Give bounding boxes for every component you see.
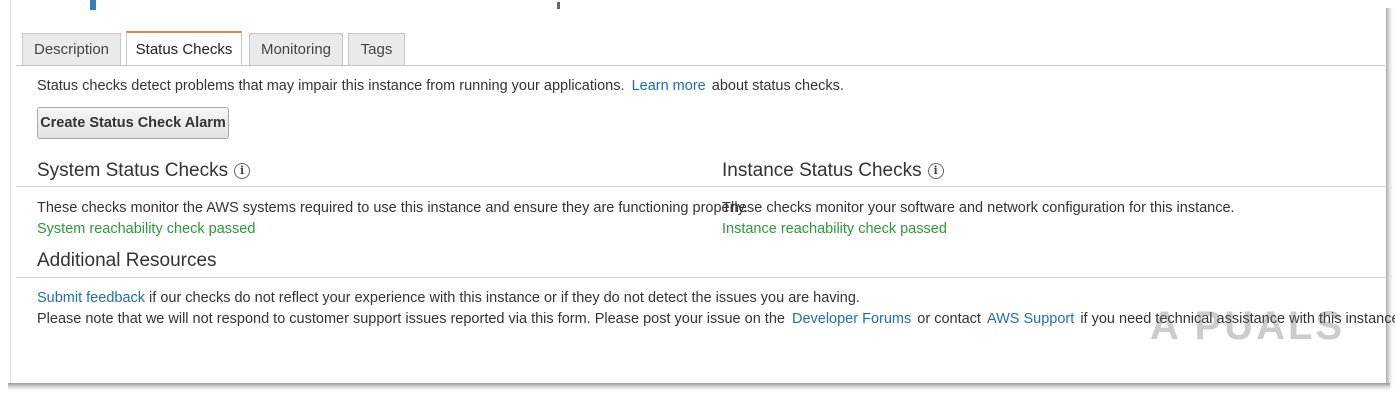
instance-reachability-status: Instance reachability check passed [722, 221, 947, 237]
additional-heading-divider [16, 277, 1385, 278]
system-reachability-status: System reachability check passed [37, 221, 256, 237]
tab-monitoring[interactable]: Monitoring [249, 33, 343, 65]
appuals-watermark: A PUALS [1150, 304, 1346, 348]
create-status-check-alarm-button[interactable]: Create Status Check Alarm [37, 107, 229, 139]
tab-tags[interactable]: Tags [348, 33, 405, 65]
top-cutoff-link [90, 0, 96, 10]
feedback-text: if our checks do not reflect your experi… [149, 290, 860, 306]
note-text: Please note that we will not respond to … [37, 311, 785, 327]
intro-suffix: about status checks. [711, 78, 844, 94]
developer-forums-link[interactable]: Developer Forums [792, 311, 911, 327]
feedback-line: Submit feedback if our checks do not ref… [37, 289, 860, 307]
learn-more-link[interactable]: Learn more [632, 78, 706, 94]
tab-status-checks[interactable]: Status Checks [126, 31, 242, 66]
aws-support-link[interactable]: AWS Support [987, 311, 1074, 327]
system-status-title: System Status Checks [37, 160, 229, 181]
instance-status-title: Instance Status Checks [722, 160, 922, 181]
info-circle-icon[interactable]: i [234, 162, 251, 179]
system-heading-divider [16, 186, 715, 187]
info-circle-icon[interactable]: i [927, 162, 944, 179]
contact-text: or contact [917, 311, 981, 327]
intro-text: Status checks detect problems that may i… [37, 78, 625, 94]
instance-heading-divider [715, 186, 1385, 187]
instance-status-heading: Instance Status Checks i [722, 160, 944, 182]
additional-resources-title: Additional Resources [37, 250, 217, 271]
system-description: These checks monitor the AWS systems req… [37, 200, 748, 216]
system-status-heading: System Status Checks i [37, 160, 251, 182]
tab-divider [16, 65, 1385, 66]
intro-line: Status checks detect problems that may i… [37, 77, 844, 95]
panel-shadow-bottom [8, 383, 1390, 391]
instance-description: These checks monitor your software and n… [722, 200, 1235, 216]
tab-description[interactable]: Description [22, 33, 121, 65]
submit-feedback-link[interactable]: Submit feedback [37, 290, 145, 306]
top-cutoff-mark [557, 2, 560, 9]
panel-shadow-right [1385, 8, 1393, 388]
